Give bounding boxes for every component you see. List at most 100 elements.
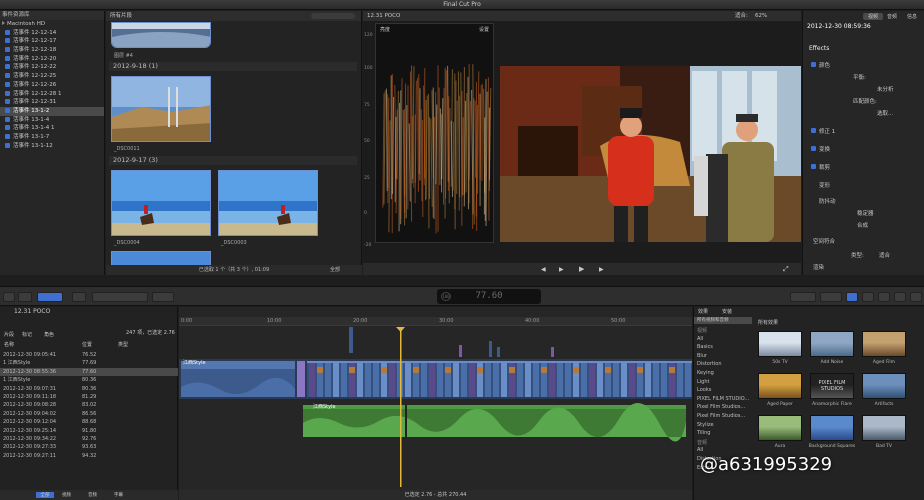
library-event-item[interactable]: 活事件 12-12-17	[0, 37, 104, 46]
library-event-item[interactable]: 活事件 13-1-12	[0, 142, 104, 151]
play-previous-icon[interactable]: ◀	[541, 266, 546, 273]
storyline-clip[interactable]	[453, 363, 459, 397]
storyline-clip[interactable]	[597, 363, 603, 397]
storyline-clip[interactable]	[437, 363, 443, 397]
tab-info[interactable]: 信息	[907, 13, 917, 20]
filter-titles[interactable]: 字幕	[114, 492, 123, 498]
table-row[interactable]: 2012-12-30 09:12:04 88.68	[0, 418, 178, 426]
column-name[interactable]: 名称	[4, 341, 14, 348]
search-icon[interactable]	[72, 292, 86, 302]
storyline-clip[interactable]	[581, 363, 587, 397]
inspector-row[interactable]: 合成	[857, 221, 868, 229]
library-event-item[interactable]: 活事件 13-1-4	[0, 116, 104, 125]
inspector-row[interactable]: 变换	[819, 145, 830, 153]
library-event-item[interactable]: 活事件 12-12-14	[0, 29, 104, 38]
storyline-clip[interactable]	[653, 363, 659, 397]
inspector-toggle-icon[interactable]	[846, 292, 858, 302]
table-row[interactable]: 1 江西Style 77.69	[0, 359, 178, 367]
storyline-clip[interactable]	[589, 363, 595, 397]
checkbox[interactable]	[811, 164, 816, 169]
storyline-clip[interactable]	[405, 363, 411, 397]
inspector-row[interactable]: 未分析	[877, 85, 894, 93]
search-input[interactable]	[311, 13, 355, 19]
photo-icon[interactable]	[862, 292, 874, 302]
inspector-row[interactable]: 选取...	[877, 109, 893, 117]
storyline-clip[interactable]	[357, 363, 363, 397]
tab-tags[interactable]: 标记	[22, 331, 32, 338]
effects-category[interactable]: Looks	[697, 387, 711, 393]
music-icon[interactable]	[878, 292, 890, 302]
inspector-row[interactable]: 稳定器	[857, 209, 874, 217]
effect-thumbnail[interactable]	[758, 415, 802, 441]
effects-category[interactable]: 视频	[697, 327, 707, 334]
effects-category[interactable]: Keying	[697, 370, 714, 376]
filter-audio[interactable]: 音频	[88, 492, 97, 498]
storyline-clip[interactable]	[365, 363, 371, 397]
play-next-icon[interactable]: ▶	[599, 266, 604, 273]
group-header-2[interactable]: 2012-9-17 (3)	[109, 156, 357, 165]
tab-installed[interactable]: 安装	[722, 308, 732, 315]
storyline-clip[interactable]	[685, 363, 691, 397]
category-all[interactable]: 所有视频和音频	[694, 317, 752, 324]
inspector-row[interactable]: 颜色	[819, 61, 830, 69]
column-position[interactable]: 位置	[82, 341, 92, 348]
storyline-clip[interactable]	[341, 363, 347, 397]
library-event-item[interactable]: 活事件 12-12-20	[0, 55, 104, 64]
storyline-clip[interactable]	[333, 363, 339, 397]
timeline[interactable]: 0:0010:0020:0030:0040:0050:001:00:001:10…	[179, 307, 802, 500]
storyline-clip[interactable]	[661, 363, 667, 397]
storyline-clip[interactable]	[421, 363, 427, 397]
storyline-clip[interactable]	[525, 363, 531, 397]
edit-buttons[interactable]	[92, 292, 148, 302]
inspector-row[interactable]: 防抖动	[819, 197, 836, 205]
storyline-clip[interactable]	[549, 363, 555, 397]
timeline-ruler[interactable]: 0:0010:0020:0030:0040:0050:001:00:001:10…	[179, 317, 802, 326]
group-header-1[interactable]: 2012-9-18 (1)	[109, 62, 357, 71]
effects-category[interactable]: All	[697, 447, 703, 453]
clip-thumbnail-dsc0003[interactable]	[218, 170, 318, 236]
storyline-clip[interactable]	[517, 363, 523, 397]
effect-thumbnail[interactable]	[862, 373, 906, 399]
checkbox[interactable]	[811, 62, 816, 67]
storyline-clip[interactable]	[469, 363, 475, 397]
table-row[interactable]: 2012-12-30 09:08:28 83.02	[0, 401, 178, 409]
storyline-clip[interactable]	[485, 363, 491, 397]
tab-roles[interactable]: 角色	[44, 331, 54, 338]
effects-category[interactable]: Light	[697, 379, 709, 385]
timeline-tracks[interactable]	[179, 327, 692, 487]
effects-category[interactable]: Tiling	[697, 430, 710, 436]
browser-view-toggle[interactable]	[37, 292, 63, 302]
storyline-clip[interactable]	[461, 363, 467, 397]
effects-category[interactable]: All	[697, 336, 703, 342]
table-row[interactable]: 2012-12-30 09:27:11 94.32	[0, 452, 178, 460]
library-event-item[interactable]: 活事件 13-1-4 1	[0, 124, 104, 133]
library-event-item[interactable]: 活事件 12-12-28 1	[0, 90, 104, 99]
transform-tool[interactable]	[790, 292, 816, 302]
storyline-clip[interactable]	[493, 363, 499, 397]
filter-all[interactable]: 全部	[36, 492, 54, 498]
table-row[interactable]: 2012-12-30 09:11:18 81.29	[0, 393, 178, 401]
inspector-row[interactable]: 裁剪	[819, 163, 830, 171]
storyline-clip[interactable]	[389, 363, 395, 397]
gear-icon[interactable]	[18, 292, 32, 302]
effect-thumbnail[interactable]	[758, 373, 802, 399]
play-button-icon[interactable]: ▶	[579, 265, 584, 273]
inspector-row[interactable]: 空间符合	[813, 237, 835, 245]
effect-thumbnail[interactable]	[862, 415, 906, 441]
clip-thumbnail-top[interactable]	[111, 22, 211, 48]
inspector-row[interactable]: 平衡:	[853, 73, 866, 81]
storyline-clip[interactable]	[557, 363, 563, 397]
storyline-clip[interactable]	[621, 363, 627, 397]
effect-thumbnail[interactable]	[758, 331, 802, 357]
checkbox[interactable]	[811, 128, 816, 133]
effects-category[interactable]: Basics	[697, 344, 713, 350]
storyline-clip[interactable]	[533, 363, 539, 397]
library-event-item[interactable]: 活事件 12-12-26	[0, 81, 104, 90]
table-row[interactable]: 2012-12-30 09:05:41 76.52	[0, 351, 178, 359]
table-row[interactable]: 2012-12-30 09:27:33 93.63	[0, 443, 178, 451]
tab-clips[interactable]: 片段	[4, 331, 14, 338]
storyline-clip[interactable]	[501, 363, 507, 397]
zoom-dropdown[interactable]: 62%	[755, 11, 767, 21]
table-row[interactable]: 2012-12-30 09:25:14 91.80	[0, 427, 178, 435]
inspector-row[interactable]: 匹配颜色:	[853, 97, 877, 105]
